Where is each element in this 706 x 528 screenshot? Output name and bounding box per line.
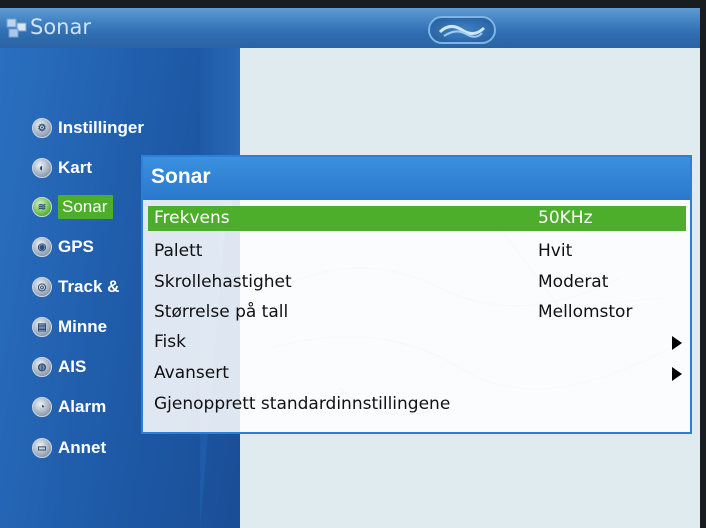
sonar-icon: ≋ <box>32 197 52 217</box>
wave-fish-logo <box>428 16 496 44</box>
setting-value: Moderat <box>538 272 609 292</box>
sidebar-item-gps[interactable]: ◉ GPS <box>32 232 94 262</box>
map-icon: ◐ <box>32 158 52 178</box>
sidebar-item-instillinger[interactable]: ⚙ Instillinger <box>32 113 144 143</box>
setting-label: Frekvens <box>154 208 230 228</box>
setting-row-avansert[interactable]: Avansert <box>148 361 686 386</box>
dialog-title: Sonar <box>151 165 211 188</box>
sidebar-item-label: Instillinger <box>58 118 144 137</box>
setting-label: Palett <box>154 241 203 261</box>
sidebar-item-label: GPS <box>58 237 94 256</box>
setting-label: Gjenopprett standardinnstillingene <box>154 394 451 414</box>
dialog-header: Sonar <box>143 157 690 200</box>
sidebar-item-annet[interactable]: ▭ Annet <box>32 433 106 463</box>
sidebar-item-sonar[interactable]: ≋ Sonar <box>32 192 114 222</box>
device-screen: Sonar ⚙ Instillinger ◐ Kart ≋ Sonar ◉ GP… <box>0 8 700 528</box>
sidebar-item-label: AIS <box>58 357 87 376</box>
setting-row-frekvens[interactable]: Frekvens 50KHz <box>148 206 686 231</box>
setting-row-palett[interactable]: Palett Hvit <box>148 239 686 264</box>
sidebar-item-label: Track & <box>58 277 120 296</box>
sonar-app-icon <box>6 18 27 38</box>
alarm-icon: ◔ <box>32 397 52 417</box>
setting-label: Skrollehastighet <box>154 272 292 292</box>
sidebar-item-label: Sonar <box>58 195 114 219</box>
sidebar-item-minne[interactable]: ▤ Minne <box>32 312 107 342</box>
sidebar-item-alarm[interactable]: ◔ Alarm <box>32 392 106 422</box>
setting-label: Fisk <box>154 332 186 352</box>
setting-row-gjenopprett[interactable]: Gjenopprett standardinnstillingene <box>148 392 686 417</box>
memory-icon: ▤ <box>32 317 52 337</box>
app-title: Sonar <box>30 15 91 39</box>
setting-row-skrollehastighet[interactable]: Skrollehastighet Moderat <box>148 270 686 295</box>
gps-icon: ◉ <box>32 237 52 257</box>
sidebar-item-label: Kart <box>58 158 93 177</box>
setting-label: Størrelse på tall <box>154 302 289 322</box>
setting-row-storrelse-pa-tall[interactable]: Størrelse på tall Mellomstor <box>148 300 686 325</box>
sidebar-item-label: Minne <box>58 317 108 336</box>
sonar-settings-dialog: Sonar Frekvens 50KHz Palett Hvit Skrolle… <box>141 155 692 434</box>
submenu-arrow-icon <box>672 336 682 350</box>
setting-value: Mellomstor <box>538 302 633 322</box>
title-bar: Sonar <box>0 8 700 49</box>
submenu-arrow-icon <box>672 367 682 381</box>
sidebar-item-ais[interactable]: ◍ AIS <box>32 352 86 382</box>
other-icon: ▭ <box>32 438 52 458</box>
sidebar-item-kart[interactable]: ◐ Kart <box>32 153 92 183</box>
settings-icon: ⚙ <box>32 118 52 138</box>
setting-value: 50KHz <box>538 208 593 228</box>
sidebar-item-label: Alarm <box>58 397 107 416</box>
sidebar-item-track[interactable]: ◎ Track & <box>32 272 119 302</box>
ais-icon: ◍ <box>32 357 52 377</box>
track-icon: ◎ <box>32 277 52 297</box>
setting-label: Avansert <box>154 363 229 383</box>
setting-value: Hvit <box>538 241 573 261</box>
setting-row-fisk[interactable]: Fisk <box>148 330 686 355</box>
sidebar-item-label: Annet <box>58 438 107 457</box>
